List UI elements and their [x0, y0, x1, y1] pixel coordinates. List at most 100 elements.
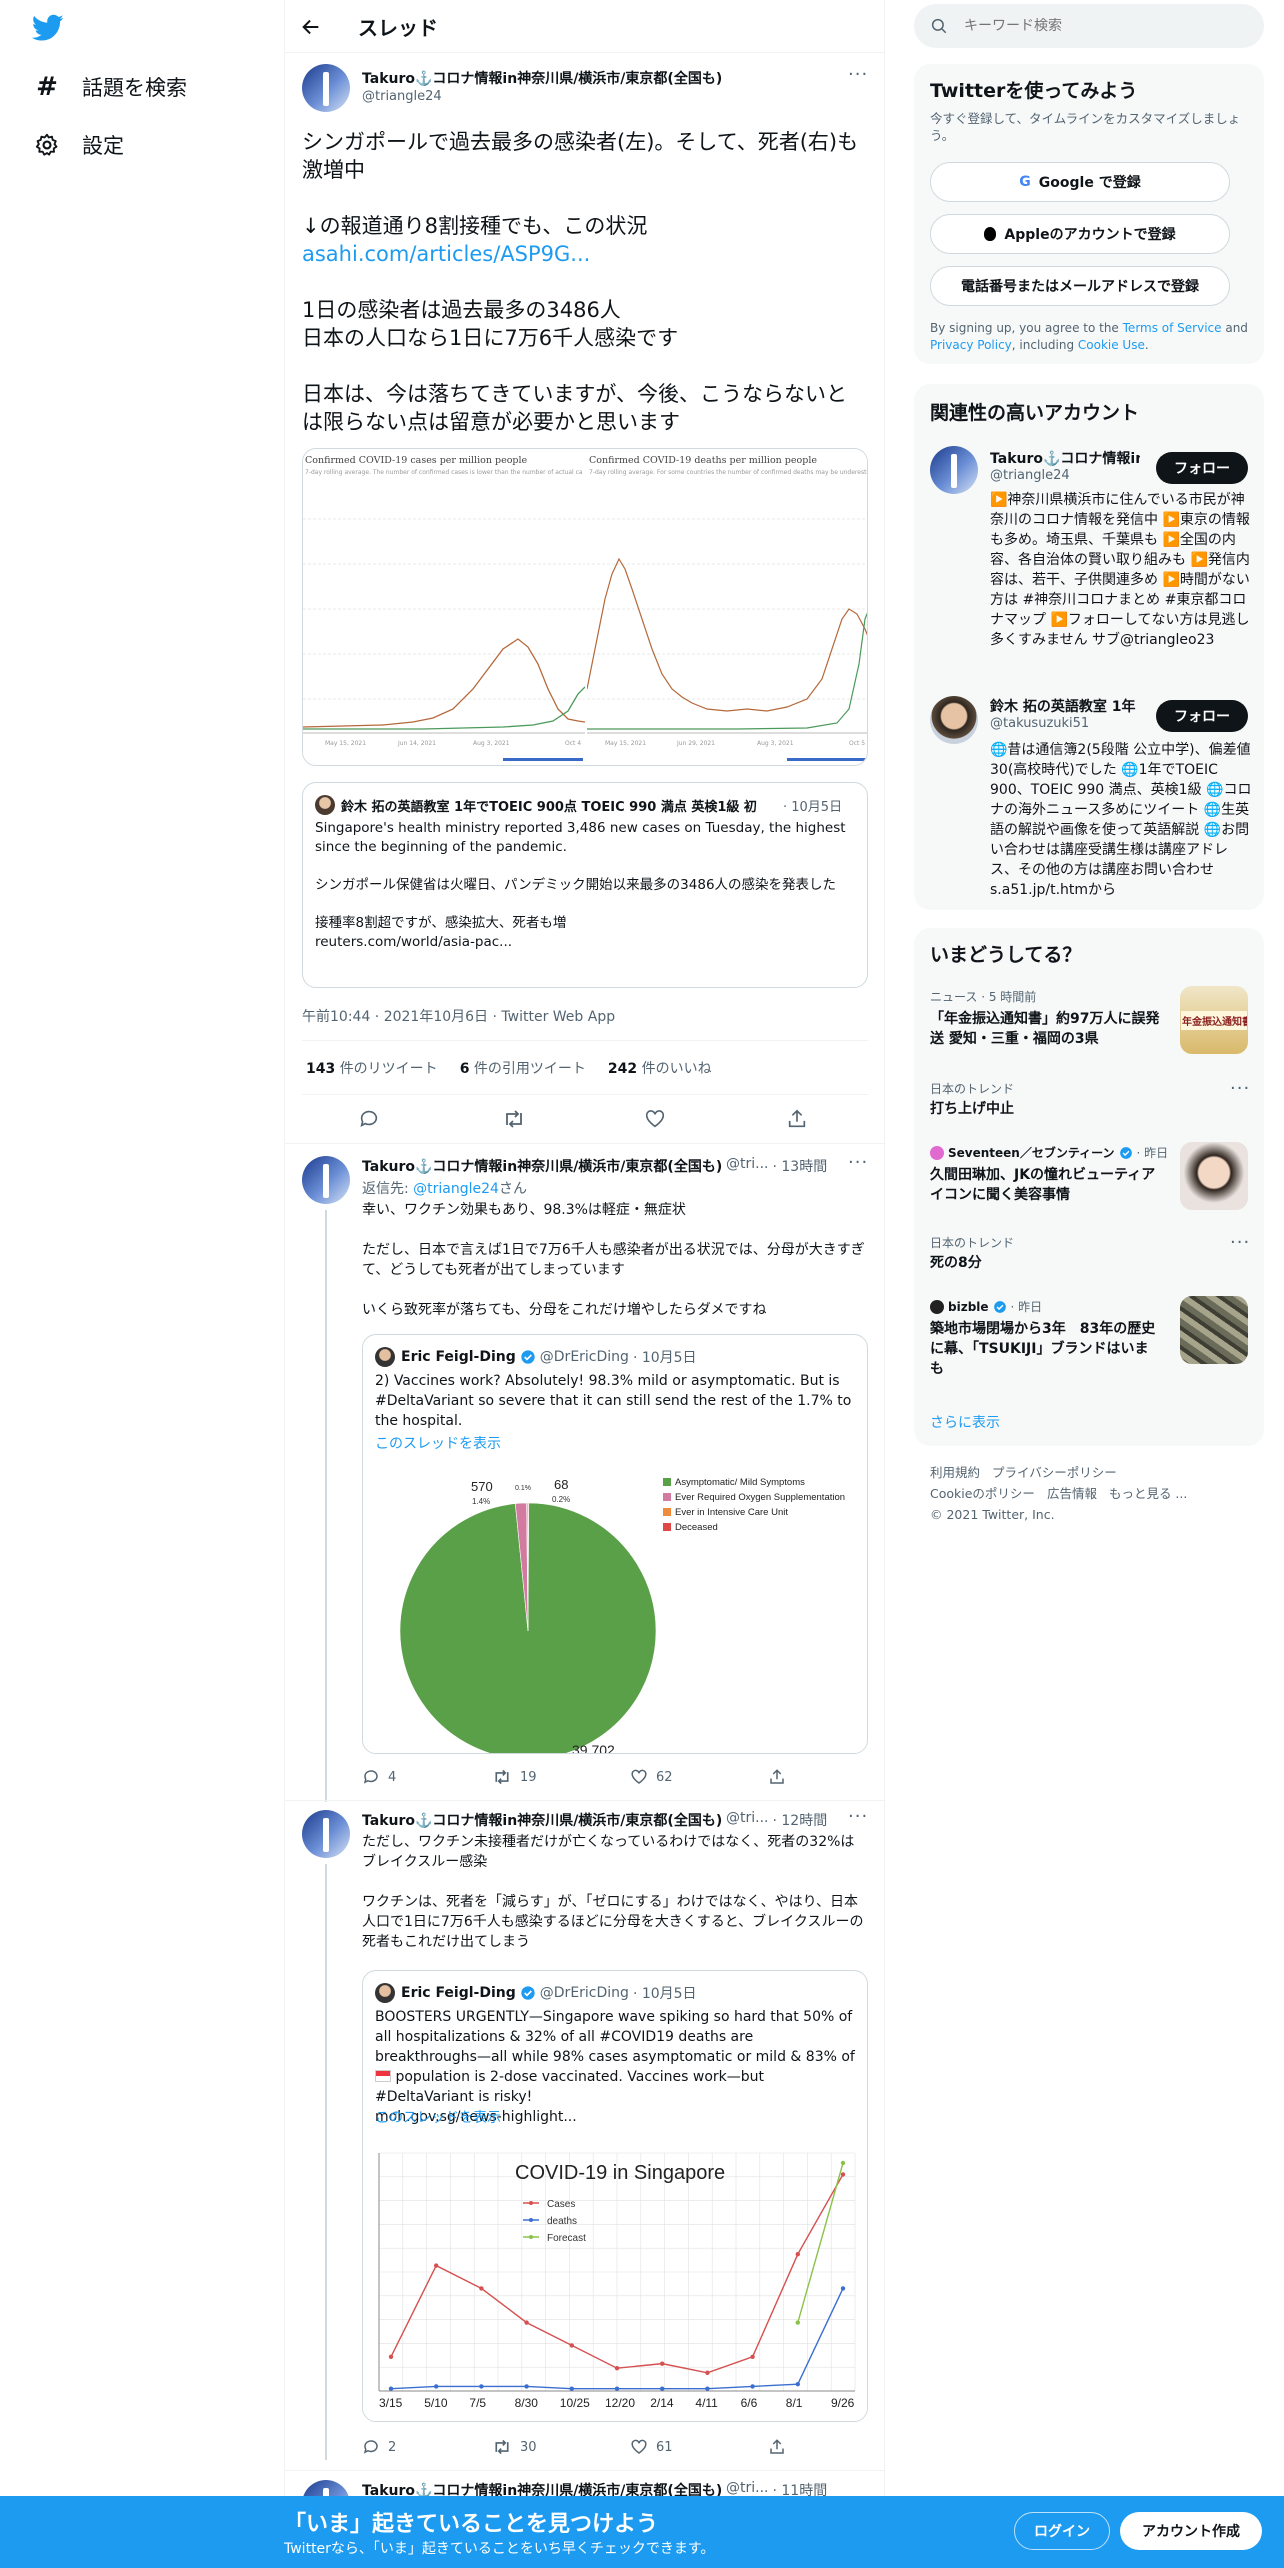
show-more-link[interactable]: さらに表示	[930, 1412, 1000, 1432]
more-options-icon[interactable]: ···	[848, 1806, 868, 1827]
trend-item[interactable]: 日本のトレンド 死の8分	[930, 1234, 1250, 1273]
show-thread-link[interactable]: このスレッドを表示	[375, 2107, 501, 2127]
reply-button[interactable]: 2	[362, 2438, 396, 2456]
footer-link[interactable]: もっと見る ...	[1109, 1483, 1187, 1504]
login-button[interactable]: ログイン	[1014, 2512, 1110, 2550]
more-options-icon[interactable]: ···	[1230, 1232, 1250, 1253]
verified-icon	[520, 1985, 536, 2001]
pie-value-label: 68	[554, 1477, 568, 1492]
author-handle[interactable]: @triangle24	[362, 89, 442, 104]
reply-time[interactable]: · 13時間	[773, 1156, 828, 1176]
more-options-icon[interactable]: ···	[1230, 1078, 1250, 1099]
reply-line: いくら致死率が落ちても、分母をこれだけ増やしたらダメですね	[362, 1302, 767, 1318]
tweet-timestamp[interactable]: 午前10:44 · 2021年10月6日 · Twitter Web App	[302, 1006, 615, 1026]
reply-icon[interactable]	[358, 1108, 380, 1130]
account-name[interactable]: 鈴木 拓の英語教室 1年	[990, 696, 1150, 716]
chart-right-image[interactable]: Confirmed COVID-19 deaths per million pe…	[587, 449, 867, 765]
account-handle[interactable]: @takusuzuki51	[990, 716, 1089, 731]
phone-signup-button[interactable]: 電話番号またはメールアドレスで登録	[930, 266, 1230, 306]
quote-count[interactable]: 6 件の引用ツイート	[460, 1058, 586, 1078]
reply-to: 返信先: @triangle24さん	[362, 1181, 527, 1197]
quote-date: · 10月5日	[632, 1350, 697, 1366]
like-icon[interactable]	[644, 1108, 666, 1130]
share-icon[interactable]	[786, 1108, 808, 1130]
footer-link[interactable]: Cookieのポリシー	[930, 1483, 1035, 1504]
avatar[interactable]	[302, 1156, 350, 1204]
like-count: 62	[656, 1769, 673, 1785]
follow-button[interactable]: フォロー	[1156, 700, 1248, 732]
twitter-logo-icon[interactable]	[32, 14, 64, 42]
reply-to-handle[interactable]: @triangle24	[413, 1181, 499, 1197]
avatar[interactable]	[302, 64, 350, 112]
share-button[interactable]	[768, 2438, 786, 2456]
account-handle[interactable]: @triangle24	[990, 468, 1070, 483]
x-tick-label: 7/5	[469, 2396, 486, 2410]
nav-explore[interactable]: # 話題を検索	[34, 72, 187, 102]
show-thread-link[interactable]: このスレッドを表示	[375, 1433, 501, 1453]
search-input[interactable]	[964, 18, 1224, 34]
legend-label: Cases	[547, 2199, 575, 2210]
back-arrow-icon[interactable]	[300, 16, 322, 38]
search-box[interactable]	[914, 4, 1264, 48]
tweet-line: シンガポールで過去最多の感染者(左)。そして、死者(右)も激増中	[302, 130, 859, 182]
chart-left-image[interactable]: Confirmed COVID-19 cases per million peo…	[303, 449, 585, 765]
retweet-button[interactable]: 19	[492, 1768, 537, 1786]
author-name[interactable]: Takuro⚓️コロナ情報in神奈川県/横浜市/東京都(全国も)	[362, 1810, 722, 1830]
quoted-tweet[interactable]: 鈴木 拓の英語教室 1年でTOEIC 900点 TOEIC 990 満点 英検1…	[302, 782, 868, 988]
like-count[interactable]: 242 件のいいね	[608, 1058, 712, 1078]
reply-time[interactable]: · 12時間	[773, 1810, 828, 1830]
trend-item[interactable]: 日本のトレンド 打ち上げ中止	[930, 1080, 1250, 1119]
footer-link[interactable]: 広告情報	[1047, 1483, 1097, 1504]
tweet-media[interactable]: Confirmed COVID-19 cases per million peo…	[302, 448, 868, 766]
chart-title: COVID-19 in Singapore	[515, 2162, 725, 2184]
article-link[interactable]: asahi.com/articles/ASP9G...	[302, 240, 862, 268]
avatar	[375, 1983, 395, 2003]
trend-thumbnail[interactable]: 年金振込通知書	[1180, 986, 1248, 1054]
search-icon	[930, 17, 948, 35]
quoted-tweet[interactable]: Eric Feigl-Ding @DrEricDing · 10月5日 2) V…	[362, 1334, 868, 1754]
reply-button[interactable]: 4	[362, 1768, 396, 1786]
bottom-bar-subtitle: Twitterなら、「いま」起きていることをいち早くチェックできます。	[284, 2541, 715, 2557]
quoted-tweet[interactable]: Eric Feigl-Ding @DrEricDing · 10月5日 BOOS…	[362, 1970, 868, 2422]
privacy-link[interactable]: Privacy Policy	[930, 338, 1012, 352]
account-name[interactable]: Takuro⚓️コロナ情報in	[990, 448, 1140, 468]
signup-button[interactable]: アカウント作成	[1120, 2512, 1262, 2550]
tweet-stats: 143 件のリツイート 6 件の引用ツイート 242 件のいいね	[306, 1058, 712, 1078]
like-button[interactable]: 62	[630, 1768, 673, 1786]
share-button[interactable]	[768, 1768, 786, 1786]
terms-link[interactable]: Terms of Service	[1123, 321, 1222, 335]
trend-thumbnail[interactable]	[1180, 1296, 1248, 1364]
chart-left-xtick: Oct 4	[565, 740, 581, 747]
footer-link[interactable]: 利用規約	[930, 1462, 980, 1483]
footer-link[interactable]: プライバシーポリシー	[992, 1462, 1117, 1483]
follow-button[interactable]: フォロー	[1156, 452, 1248, 484]
trend-meta: 日本のトレンド	[930, 1082, 1015, 1096]
google-signup-button[interactable]: G Google で登録	[930, 162, 1230, 202]
author-name[interactable]: Takuro⚓️コロナ情報in神奈川県/横浜市/東京都(全国も)	[362, 68, 782, 88]
x-tick-label: 12/20	[605, 2396, 635, 2410]
author-name[interactable]: Takuro⚓️コロナ情報in神奈川県/横浜市/東京都(全国も)	[362, 1156, 722, 1176]
like-button[interactable]: 61	[630, 2438, 673, 2456]
author-handle[interactable]: @tri...	[726, 1810, 769, 1830]
data-point	[434, 2384, 439, 2389]
author-handle[interactable]: @tri...	[726, 1156, 769, 1176]
retweet-button[interactable]: 30	[492, 2438, 537, 2456]
retweet-count[interactable]: 143 件のリツイート	[306, 1058, 438, 1078]
avatar[interactable]	[302, 1810, 350, 1858]
more-options-icon[interactable]: ···	[848, 64, 868, 85]
trend-thumbnail[interactable]	[1180, 1142, 1248, 1210]
cookie-link[interactable]: Cookie Use	[1078, 338, 1145, 352]
apple-signup-button[interactable]: Appleのアカウントで登録	[930, 214, 1230, 254]
pie-value-label: 570	[471, 1479, 493, 1494]
legend-label: Asymptomatic/ Mild Symptoms	[675, 1477, 805, 1488]
trend-title: 打ち上げ中止	[930, 1101, 1014, 1117]
retweet-icon[interactable]	[502, 1108, 526, 1130]
chart-left-xtick: Aug 3, 2021	[473, 740, 510, 747]
x-tick-label: 8/1	[786, 2396, 803, 2410]
pie-value-label: 39,702	[572, 1742, 615, 1753]
more-options-icon[interactable]: ···	[848, 1152, 868, 1173]
avatar[interactable]	[930, 446, 978, 494]
avatar[interactable]	[930, 696, 978, 744]
retweet-count: 30	[520, 2439, 537, 2455]
nav-settings[interactable]: 設定	[34, 130, 124, 160]
